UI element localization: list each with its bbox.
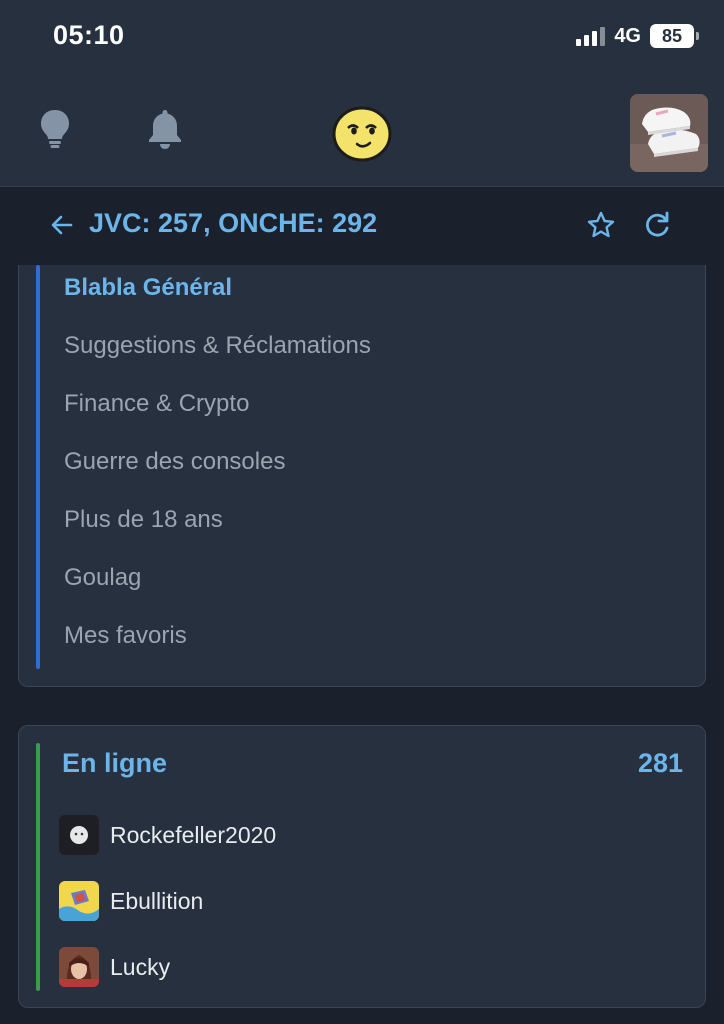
- user-name: Lucky: [110, 953, 171, 980]
- status-time: 05:10: [53, 20, 125, 50]
- user-row[interactable]: Ebullition: [59, 881, 203, 921]
- network-type: 4G: [614, 24, 641, 47]
- mascot-smiley-icon[interactable]: [331, 104, 393, 169]
- back-arrow-icon[interactable]: [50, 213, 74, 242]
- forum-item-guerre-consoles[interactable]: Guerre des consoles: [64, 439, 371, 497]
- page-title: JVC: 257, ONCHE: 292: [89, 208, 378, 238]
- user-avatar: [59, 947, 99, 987]
- user-name: Rockefeller2020: [110, 821, 277, 848]
- lightbulb-icon[interactable]: [38, 108, 72, 153]
- forum-item-plus-18[interactable]: Plus de 18 ans: [64, 497, 371, 555]
- forum-accent-bar: [36, 265, 40, 669]
- user-name: Ebullition: [110, 887, 204, 914]
- refresh-icon[interactable]: [643, 210, 671, 245]
- forum-item-goulag[interactable]: Goulag: [64, 555, 371, 613]
- user-row[interactable]: Lucky: [59, 947, 170, 987]
- title-row: JVC: 257, ONCHE: 292: [0, 200, 724, 250]
- online-title: En ligne: [62, 748, 168, 778]
- forum-item-mes-favoris[interactable]: Mes favoris: [64, 613, 371, 671]
- top-bar: 05:10 4G 85: [0, 0, 724, 187]
- user-row[interactable]: Rockefeller2020: [59, 815, 276, 855]
- bell-icon[interactable]: [146, 108, 184, 155]
- forum-item-finance-crypto[interactable]: Finance & Crypto: [64, 381, 371, 439]
- online-accent-bar: [36, 743, 40, 991]
- profile-avatar[interactable]: [630, 94, 708, 172]
- forum-item-suggestions[interactable]: Suggestions & Réclamations: [64, 323, 371, 381]
- star-icon[interactable]: [586, 210, 616, 245]
- status-indicators: 4G 85: [576, 22, 699, 50]
- online-count: 281: [637, 748, 683, 778]
- user-avatar: [59, 881, 99, 921]
- forum-list: Blabla Général Suggestions & Réclamation…: [64, 265, 371, 671]
- user-avatar: [59, 815, 99, 855]
- forum-item-blabla-general[interactable]: Blabla Général: [64, 265, 371, 323]
- online-users-card: En ligne 281 Rockefeller2020 Ebullition: [18, 725, 706, 1008]
- signal-icon: [576, 26, 606, 46]
- battery-indicator: 85: [650, 24, 699, 48]
- forum-list-card: Blabla Général Suggestions & Réclamation…: [18, 265, 706, 687]
